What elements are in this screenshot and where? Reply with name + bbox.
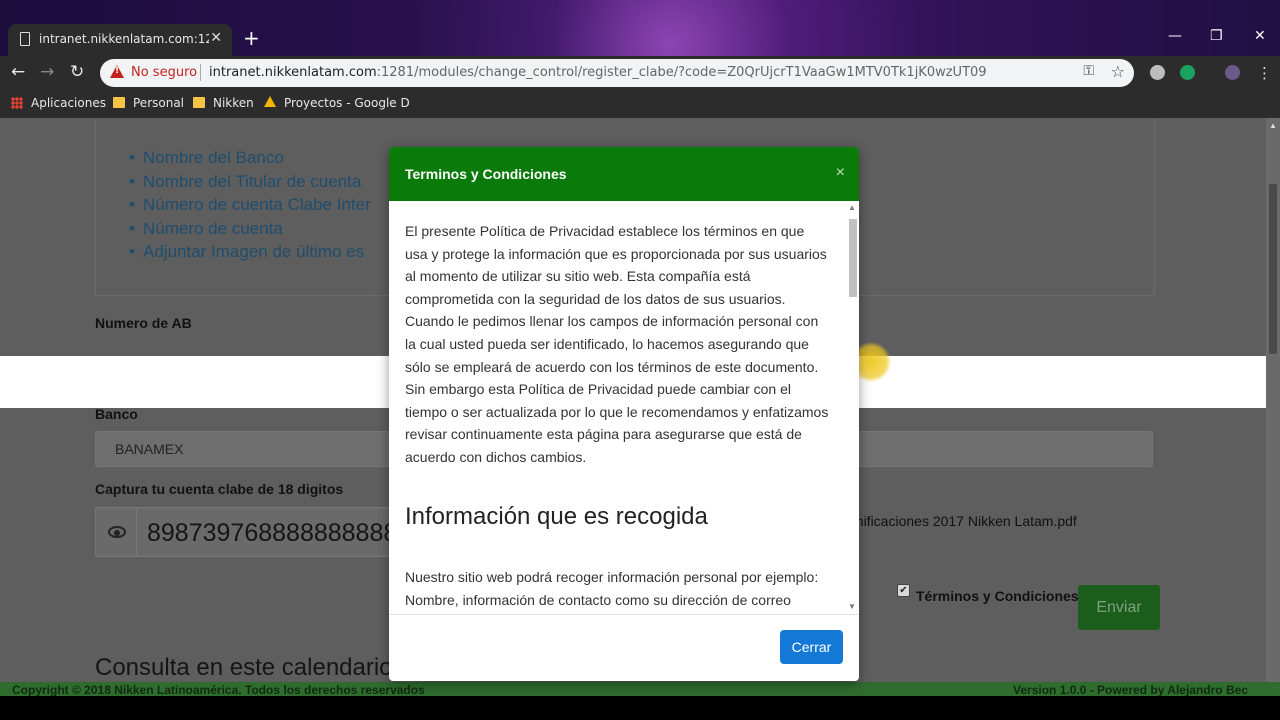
drive-icon	[264, 96, 276, 107]
security-label[interactable]: No seguro	[131, 65, 197, 80]
page-footer: Copyright © 2018 Nikken Latinoamérica. T…	[0, 682, 1280, 696]
scrollbar-thumb[interactable]	[1269, 184, 1277, 354]
list-item: Número de cuenta Clabe Inter	[129, 193, 371, 217]
screen: intranet.nikkenlatam.com:1281/m ✕ + — ❐ …	[0, 0, 1280, 720]
back-button[interactable]: ←	[11, 62, 25, 82]
scroll-up-icon[interactable]: ▲	[1269, 121, 1277, 130]
bookmark-personal[interactable]: Personal	[113, 96, 184, 110]
url-host: intranet.nikkenlatam.com	[209, 65, 377, 80]
new-tab-button[interactable]: +	[243, 27, 260, 49]
close-icon[interactable]: ×	[836, 165, 845, 181]
reload-button[interactable]: ↻	[70, 62, 84, 82]
bookmarks-bar: Aplicaciones Personal Nikken Proyectos -…	[0, 89, 1280, 118]
terms-checkbox[interactable]: ✔	[897, 584, 910, 597]
scrollbar-thumb[interactable]	[849, 219, 857, 297]
page-scrollbar[interactable]: ▲	[1266, 118, 1280, 688]
bookmark-label: Proyectos - Google D	[284, 96, 410, 110]
scroll-down-icon[interactable]: ▼	[848, 602, 856, 611]
terms-modal: Terminos y Condiciones × El presente Pol…	[389, 147, 859, 681]
numero-ab-label: Numero de AB	[95, 315, 192, 331]
apps-grid-icon	[11, 97, 23, 109]
modal-header: Terminos y Condiciones ×	[389, 147, 859, 201]
forward-button[interactable]: →	[40, 62, 54, 82]
info-paragraph: Nuestro sitio web podrá recoger informac…	[405, 569, 819, 608]
bookmark-label: Aplicaciones	[31, 96, 106, 110]
attached-file-name[interactable]: onificaciones 2017 Nikken Latam.pdf	[848, 513, 1077, 529]
list-item: Adjuntar Imagen de último es	[129, 240, 371, 264]
profile-avatar[interactable]	[1225, 65, 1240, 80]
eye-icon	[108, 526, 126, 538]
calendar-heading: Consulta en este calendario	[95, 654, 393, 681]
clabe-input-group: 898739768888888888	[95, 507, 395, 557]
clabe-label: Captura tu cuenta clabe de 18 digitos	[95, 481, 344, 497]
key-icon[interactable]: ⚿	[1083, 63, 1094, 79]
browser-tab-strip: intranet.nikkenlatam.com:1281/m ✕ + — ❐ …	[0, 0, 1280, 56]
url-text[interactable]: intranet.nikkenlatam.com:1281/modules/ch…	[209, 65, 987, 80]
modal-title: Terminos y Condiciones	[405, 166, 567, 182]
warning-icon	[110, 65, 124, 78]
tab-close-icon[interactable]: ✕	[210, 30, 222, 46]
extension-icon[interactable]	[1150, 65, 1165, 80]
list-item: Número de cuenta	[129, 217, 371, 241]
extension-icon-green[interactable]	[1180, 65, 1195, 80]
clabe-input[interactable]: 898739768888888888	[137, 507, 395, 557]
folder-icon	[193, 97, 205, 108]
bookmark-label: Nikken	[213, 96, 254, 110]
privacy-paragraph: El presente Política de Privacidad estab…	[405, 223, 829, 465]
folder-icon	[113, 97, 125, 108]
url-path: :1281/modules/change_control/register_cl…	[376, 65, 987, 80]
show-password-button[interactable]	[95, 507, 137, 557]
bookmark-nikken[interactable]: Nikken	[193, 96, 254, 110]
window-close-button[interactable]: ✕	[1254, 28, 1266, 44]
modal-body[interactable]: El presente Política de Privacidad estab…	[389, 201, 859, 615]
section-heading: Información que es recogida	[405, 503, 708, 530]
list-item: Nombre del Titular de cuenta	[129, 170, 371, 194]
scroll-up-icon[interactable]: ▲	[848, 203, 856, 212]
divider	[200, 64, 201, 81]
footer-version: Version 1.0.0 - Powered by Alejandro Bec	[1013, 683, 1248, 696]
terms-label[interactable]: Términos y Condiciones	[916, 588, 1079, 604]
menu-icon[interactable]: ⋮	[1257, 63, 1272, 83]
bookmark-label: Personal	[133, 96, 185, 110]
requirements-list: Nombre del Banco Nombre del Titular de c…	[129, 146, 371, 264]
restore-button[interactable]: ❐	[1210, 28, 1223, 44]
browser-tab[interactable]: intranet.nikkenlatam.com:1281/m ✕	[8, 24, 232, 56]
bookmark-proyectos[interactable]: Proyectos - Google D	[264, 96, 410, 110]
list-item: Nombre del Banco	[129, 146, 371, 170]
close-button[interactable]: Cerrar	[780, 630, 843, 664]
footer-copyright: Copyright © 2018 Nikken Latinoamérica. T…	[12, 683, 425, 696]
bookmark-apps[interactable]: Aplicaciones	[11, 96, 106, 110]
page-icon	[20, 32, 30, 46]
banco-label: Banco	[95, 406, 138, 422]
modal-scrollbar[interactable]: ▲ ▼	[846, 203, 858, 611]
star-icon[interactable]: ☆	[1111, 62, 1125, 81]
submit-button[interactable]: Enviar	[1078, 585, 1160, 630]
minimize-button[interactable]: —	[1168, 28, 1182, 44]
tab-title: intranet.nikkenlatam.com:1281/m	[39, 32, 209, 46]
browser-toolbar: ← → ↻ No seguro intranet.nikkenlatam.com…	[0, 56, 1280, 89]
address-bar[interactable]: No seguro intranet.nikkenlatam.com:1281/…	[100, 59, 1134, 87]
